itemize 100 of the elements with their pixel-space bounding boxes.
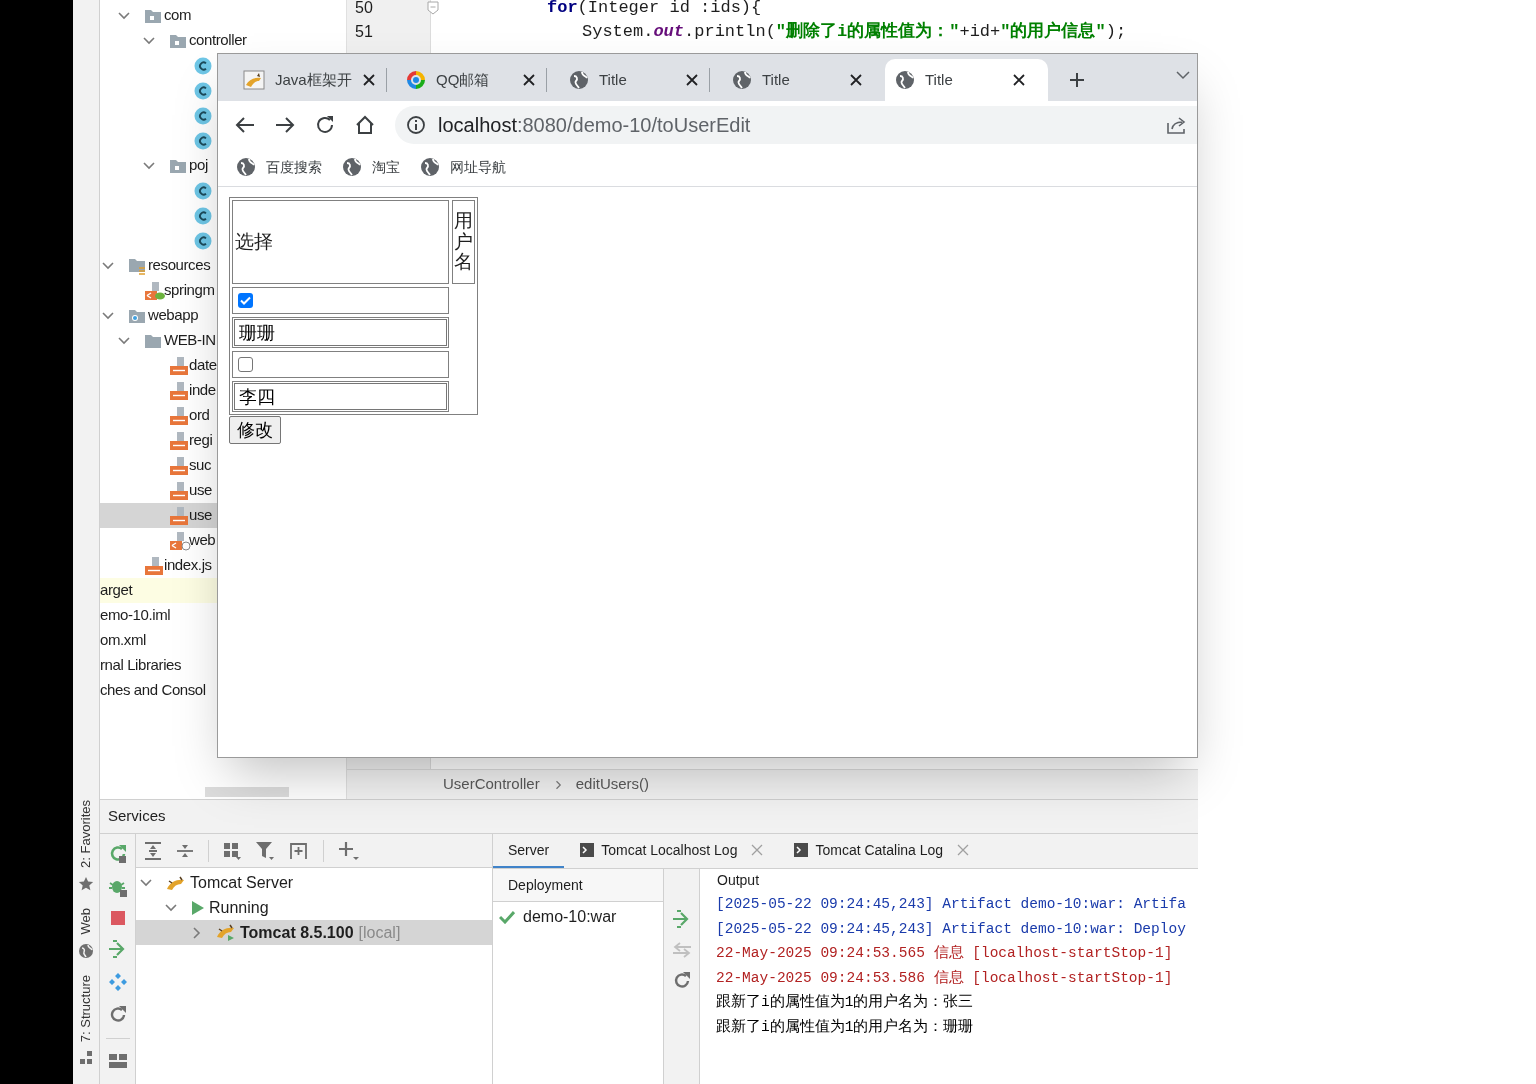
checkbox[interactable] [238,293,253,308]
tree-item[interactable]: date [100,353,217,378]
tree-item[interactable]: suc [100,453,217,478]
globe-icon[interactable] [895,70,915,90]
info-icon[interactable] [406,114,426,135]
tree-item[interactable]: ches and Consol [100,678,217,703]
globe-icon[interactable] [342,157,362,177]
tree-item[interactable]: use [100,478,217,503]
diamonds-icon[interactable] [107,972,128,992]
close-icon[interactable] [685,73,699,87]
column-header: Output [717,871,760,890]
browser-tab[interactable]: Title [885,59,1048,101]
panel-tab[interactable]: Tomcat Localhost Log [564,834,779,868]
folder-icon [144,332,162,349]
address-bar[interactable]: localhost:8080/demo-10/toUserEdit [395,105,1197,144]
tree-item[interactable]: om.xml [100,628,217,653]
globe-icon[interactable] [78,942,94,959]
globe-icon[interactable] [420,157,440,177]
star-icon[interactable] [78,876,94,893]
expand-all-icon[interactable] [144,841,162,860]
tree-item[interactable]: web [100,528,217,553]
deployment-item[interactable]: demo-10:war [523,904,617,929]
chevron-down-icon[interactable] [116,9,132,22]
tree-item[interactable]: controller [100,28,247,53]
tree-item[interactable]: WEB-IN [100,328,217,353]
layout-icon[interactable] [107,1052,128,1070]
submit-button[interactable]: 修改 [229,416,281,444]
structure-icon[interactable] [78,1050,94,1066]
tree-item[interactable]: com [100,3,217,28]
new-tab-icon[interactable] [289,841,309,860]
tree-item[interactable]: webapp [100,303,217,328]
scrollbar-thumb[interactable] [205,787,289,797]
share-icon[interactable] [1167,115,1187,134]
forward-icon[interactable] [275,115,295,134]
plus-icon[interactable] [1068,71,1086,89]
line-number: 51 [355,22,373,42]
chevron-down-icon[interactable] [100,259,116,272]
globe-icon[interactable] [569,70,589,90]
log-line: [2025-05-22 09:24:45,243] Artifact demo-10:war: Artifa [715,895,1187,914]
chevron-down-icon[interactable] [1175,70,1191,80]
class-icon [194,81,212,100]
tree-item[interactable]: arget [100,578,217,603]
log-line: 跟新了i的属性值为1的用户名为：张三 [715,992,975,1012]
chevron-down-icon[interactable] [138,876,154,889]
chevron-down-icon[interactable] [100,309,116,322]
close-icon[interactable] [361,73,376,87]
tree-item[interactable]: resources [100,253,217,278]
text-field[interactable]: 李四 [234,383,447,410]
bookmark[interactable]: 网址导航 [420,156,506,178]
tree-item[interactable]: poj [100,153,217,178]
checkbox[interactable] [238,357,253,372]
tool-window-tab[interactable]: 2: Favorites [76,800,96,869]
stop-icon[interactable] [109,910,126,926]
filter-icon[interactable] [255,840,275,861]
reload-icon[interactable] [315,114,335,135]
tree-item[interactable]: springm [100,278,217,303]
breadcrumb-item[interactable]: editUsers() [575,773,650,796]
browser-tab[interactable]: Java框架开 [233,59,396,101]
line-number: 50 [355,0,373,18]
tree-item[interactable]: rnal Libraries [100,653,217,678]
fold-marker-icon[interactable] [426,1,439,15]
tree-item[interactable]: Tomcat Server [136,870,492,895]
home-icon[interactable] [355,114,375,135]
browser-tab[interactable]: Title [559,59,722,101]
panel-tab[interactable]: Tomcat Catalina Log [778,834,985,868]
chevron-down-icon[interactable] [163,901,179,914]
chevron-down-icon[interactable] [141,159,157,172]
add-icon[interactable] [338,840,360,861]
tree-item[interactable]: emo-10.iml [100,603,217,628]
browser-tab[interactable]: Title [722,59,885,101]
play-icon [191,899,205,916]
tool-window-tab[interactable]: 7: Structure [76,974,96,1042]
tree-item[interactable]: index.js [100,553,217,578]
jsp-file-icon [169,430,189,451]
chevron-down-icon[interactable] [116,334,132,347]
check-icon [499,909,515,924]
log-line: 22-May-2025 09:24:53.586 信息 [localhost-startStop-1] [715,968,1174,988]
bookmark[interactable]: 百度搜索 [236,156,322,178]
resources-folder-icon [128,256,146,275]
browser-tab[interactable]: QQ邮箱 [396,59,559,101]
back-icon[interactable] [235,115,255,134]
tree-item[interactable]: Tomcat 8.5.100 [local] [136,920,492,945]
tree-item[interactable]: Running [136,895,492,920]
chevron-down-icon[interactable] [141,34,157,47]
close-icon[interactable] [849,73,863,87]
text-field[interactable]: 珊珊 [234,319,447,346]
tree-item[interactable]: regi [100,428,217,453]
tree-item[interactable]: use [100,503,217,528]
grid-icon[interactable] [223,841,241,860]
tree-item[interactable]: ord [100,403,217,428]
close-icon[interactable] [1012,73,1026,87]
tool-window-tab[interactable]: Web [76,908,96,935]
tree-item[interactable]: inde [100,378,217,403]
globe-icon[interactable] [236,157,256,177]
close-icon[interactable] [522,73,536,87]
bookmark[interactable]: 淘宝 [342,156,400,178]
breadcrumb-item[interactable]: UserController [443,773,540,796]
jsp-file-icon [144,555,164,576]
globe-icon[interactable] [732,70,752,90]
xml-file-icon [169,530,191,551]
